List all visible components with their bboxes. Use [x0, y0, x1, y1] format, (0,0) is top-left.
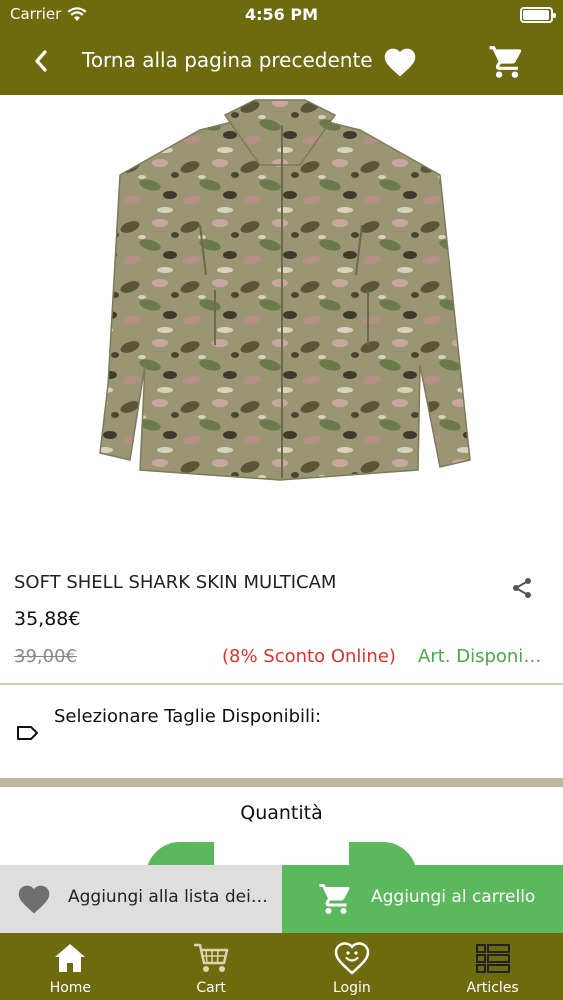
- favorite-button[interactable]: [380, 42, 420, 82]
- product-old-price: 39,00€: [14, 646, 77, 667]
- section-divider: [0, 778, 563, 787]
- discount-label: (8% Sconto Online): [222, 646, 396, 667]
- nav-home[interactable]: Home: [0, 933, 141, 1000]
- heart-smile-icon: [332, 939, 372, 977]
- chevron-left-icon: [35, 50, 47, 72]
- quantity-label: Quantità: [240, 802, 323, 824]
- bottom-nav: Home Cart Login Articles: [0, 933, 563, 1000]
- size-selector[interactable]: Selezionare Taglie Disponibili:: [0, 686, 563, 778]
- header-cart-button[interactable]: [486, 41, 528, 83]
- size-label: Selezionare Taglie Disponibili:: [54, 706, 322, 727]
- nav-home-label: Home: [49, 980, 92, 996]
- list-icon: [473, 939, 513, 977]
- nav-cart-label: Cart: [196, 980, 226, 996]
- jacket-image: [99, 99, 471, 481]
- header-title[interactable]: Torna alla pagina precedente: [82, 48, 373, 72]
- heart-icon: [384, 48, 416, 77]
- home-icon: [50, 939, 90, 977]
- nav-cart[interactable]: Cart: [141, 933, 282, 1000]
- nav-articles[interactable]: Articles: [422, 933, 563, 1000]
- tag-icon: [17, 726, 38, 740]
- availability-label: Art. Disponibile: [418, 646, 550, 667]
- cart-icon: [489, 46, 522, 78]
- back-button[interactable]: [26, 46, 56, 76]
- product-price: 35,88€: [14, 608, 81, 630]
- status-bar: Carrier 4:56 PM: [0, 0, 563, 30]
- battery-icon: [520, 7, 556, 23]
- share-button[interactable]: [508, 574, 536, 602]
- add-to-cart-button[interactable]: Aggiungi al carrello: [282, 865, 563, 933]
- cart-icon: [191, 939, 231, 977]
- product-screen: Carrier 4:56 PM Torna alla pagina preced…: [0, 0, 563, 1000]
- status-time: 4:56 PM: [244, 5, 318, 24]
- nav-login-label: Login: [332, 980, 371, 996]
- cart-icon: [316, 879, 356, 919]
- heart-icon: [16, 881, 52, 917]
- product-image[interactable]: [0, 95, 563, 545]
- wishlist-label: Aggiungi alla lista dei desideri: [68, 887, 268, 907]
- divider: [0, 683, 563, 685]
- product-name: SOFT SHELL SHARK SKIN MULTICAM: [14, 572, 337, 593]
- add-to-wishlist-button[interactable]: Aggiungi alla lista dei desideri: [0, 865, 282, 933]
- add-to-cart-label: Aggiungi al carrello: [371, 887, 536, 907]
- share-icon: [513, 578, 531, 598]
- nav-login[interactable]: Login: [282, 933, 423, 1000]
- nav-articles-label: Articles: [466, 980, 519, 996]
- header-bar: Torna alla pagina precedente: [0, 30, 563, 95]
